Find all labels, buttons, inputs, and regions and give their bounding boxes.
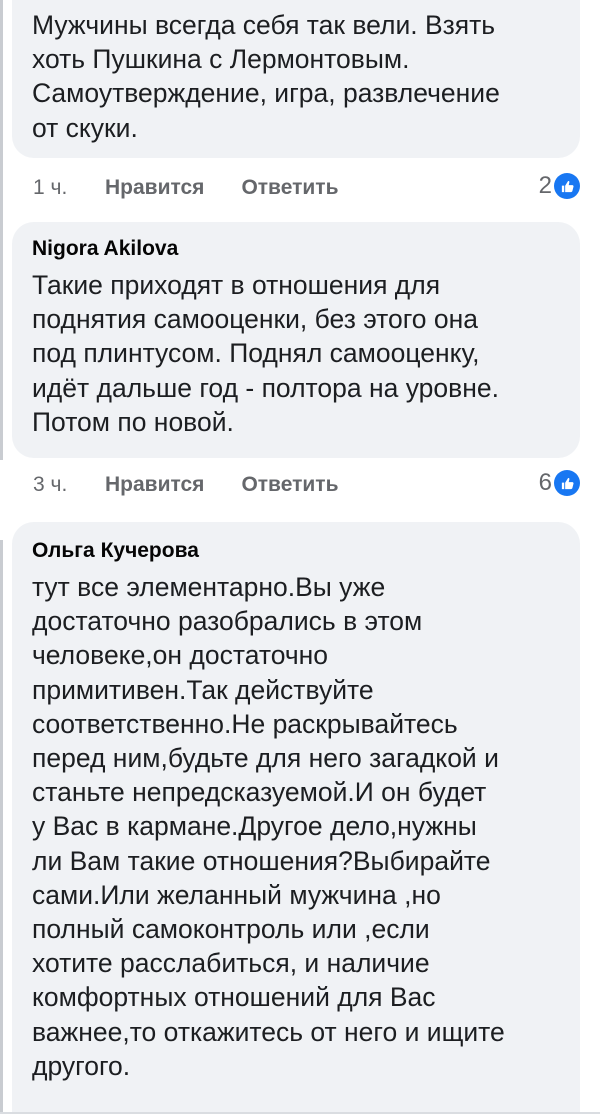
thread-line xyxy=(0,540,3,1114)
comment-bubble: Ольга Кучерова тут все элементарно.Вы уж… xyxy=(12,522,580,1114)
comment-actions: 1 ч. Нравится Ответить xyxy=(33,170,338,206)
comment-text: Такие приходят в отношения для поднятия … xyxy=(32,270,499,437)
comment-bubble: Мужчины всегда себя так вели. Взять хоть… xyxy=(12,0,580,158)
reply-button[interactable]: Ответить xyxy=(241,176,338,200)
like-button[interactable]: Нравится xyxy=(105,176,204,200)
like-thumbs-up-icon xyxy=(554,173,580,199)
comment-author[interactable]: Ольга Кучерова xyxy=(32,538,560,564)
reaction-count: 6 xyxy=(538,469,552,496)
comment-actions: 3 ч. Нравится Ответить xyxy=(33,467,338,503)
comment-text: Мужчины всегда себя так вели. Взять хоть… xyxy=(32,10,500,143)
comment-timestamp[interactable]: 3 ч. xyxy=(33,473,105,497)
reaction-summary[interactable]: 2 xyxy=(539,168,580,204)
comment-author[interactable]: Nigora Akilova xyxy=(32,236,560,262)
like-button[interactable]: Нравится xyxy=(105,473,204,497)
thread-line xyxy=(0,0,3,460)
comments-thread: Мужчины всегда себя так вели. Взять хоть… xyxy=(0,0,600,1114)
comment-text: тут все элементарно.Вы уже достаточно ра… xyxy=(32,572,505,1081)
reply-button[interactable]: Ответить xyxy=(241,473,338,497)
comment-timestamp[interactable]: 1 ч. xyxy=(33,176,105,200)
reaction-summary[interactable]: 6 xyxy=(539,465,580,501)
comment-bubble: Nigora Akilova Такие приходят в отношени… xyxy=(12,222,580,458)
like-thumbs-up-icon xyxy=(554,470,580,496)
reaction-count: 2 xyxy=(538,172,552,199)
